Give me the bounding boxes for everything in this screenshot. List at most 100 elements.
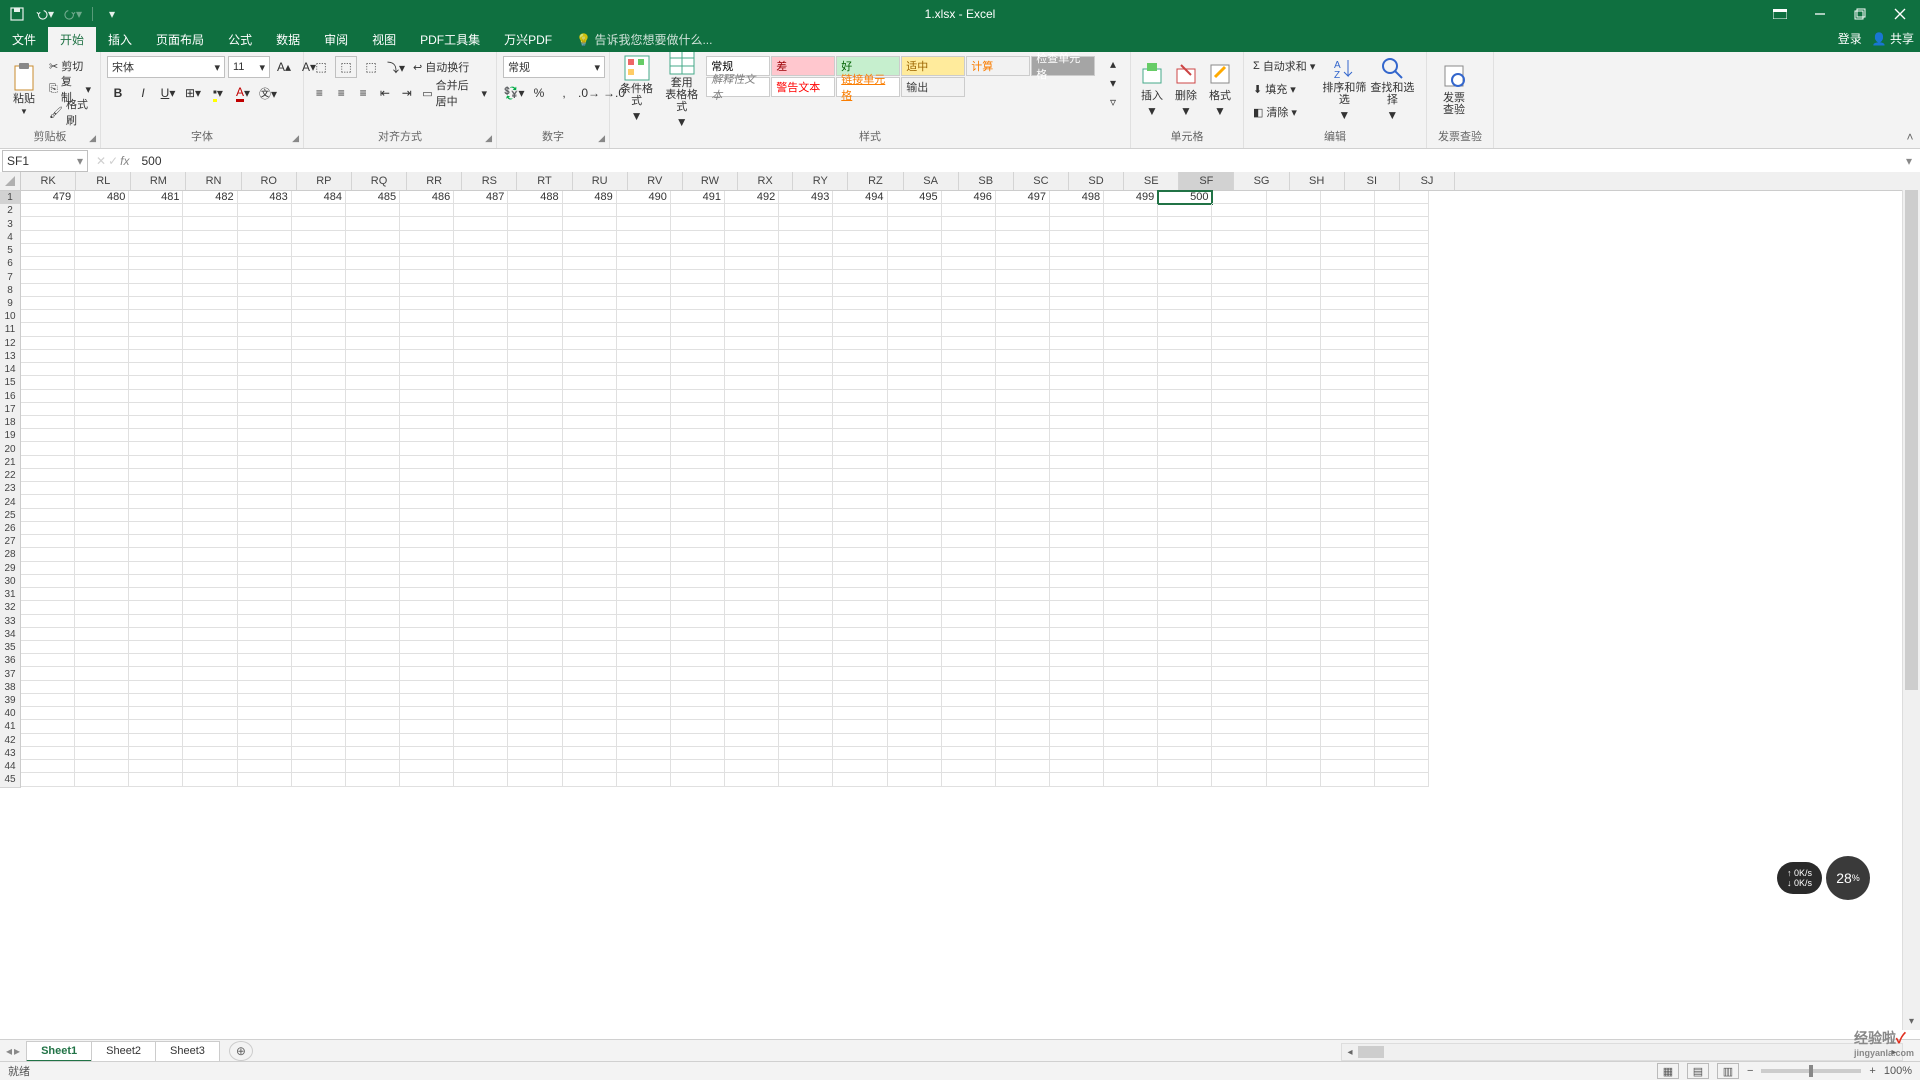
cell[interactable] — [1375, 562, 1429, 575]
cell[interactable] — [1050, 204, 1104, 217]
cell[interactable] — [346, 760, 400, 773]
cell[interactable] — [1321, 204, 1375, 217]
cell[interactable] — [508, 217, 562, 230]
col-header-SG[interactable]: SG — [1234, 172, 1289, 190]
cell[interactable] — [1104, 601, 1158, 614]
cell[interactable] — [292, 297, 346, 310]
cell[interactable] — [508, 628, 562, 641]
cell[interactable] — [1158, 270, 1212, 283]
cell[interactable] — [888, 217, 942, 230]
cell[interactable] — [1212, 667, 1266, 680]
cell[interactable] — [400, 403, 454, 416]
cell[interactable] — [833, 204, 887, 217]
cell[interactable] — [996, 720, 1050, 733]
cell[interactable] — [1050, 482, 1104, 495]
cell[interactable] — [292, 257, 346, 270]
cell[interactable] — [1050, 257, 1104, 270]
cell[interactable] — [21, 522, 75, 535]
invoice-check-button[interactable]: 发票 查验 — [1433, 56, 1475, 122]
cell[interactable] — [1321, 760, 1375, 773]
cell[interactable] — [238, 522, 292, 535]
cell[interactable] — [508, 231, 562, 244]
cell[interactable] — [238, 509, 292, 522]
cell[interactable] — [400, 628, 454, 641]
gallery-up-icon[interactable]: ▴ — [1102, 56, 1124, 72]
cell[interactable] — [833, 270, 887, 283]
cell[interactable] — [346, 416, 400, 429]
cell[interactable] — [563, 323, 617, 336]
row-header-27[interactable]: 27 — [0, 535, 21, 549]
cell[interactable] — [21, 244, 75, 257]
cell[interactable] — [1267, 310, 1321, 323]
zoom-level[interactable]: 100% — [1884, 1065, 1912, 1077]
cell[interactable] — [1158, 350, 1212, 363]
cell[interactable] — [996, 615, 1050, 628]
cell[interactable] — [21, 548, 75, 561]
cell[interactable] — [996, 548, 1050, 561]
cell[interactable] — [21, 323, 75, 336]
cell[interactable] — [75, 416, 129, 429]
cell[interactable] — [888, 482, 942, 495]
cell[interactable] — [617, 628, 671, 641]
cell[interactable] — [21, 390, 75, 403]
cell[interactable] — [1375, 667, 1429, 680]
collapse-ribbon-icon[interactable]: ˄ — [1906, 130, 1913, 144]
cell[interactable] — [671, 588, 725, 601]
cell[interactable] — [292, 694, 346, 707]
cell[interactable] — [183, 495, 237, 508]
cell[interactable] — [1321, 588, 1375, 601]
cell[interactable] — [183, 588, 237, 601]
cell[interactable] — [1375, 773, 1429, 786]
cell[interactable] — [1375, 429, 1429, 442]
cell[interactable] — [508, 482, 562, 495]
cell[interactable] — [129, 495, 183, 508]
cell[interactable] — [129, 416, 183, 429]
cell[interactable] — [454, 231, 508, 244]
cell[interactable] — [183, 429, 237, 442]
cell[interactable] — [779, 654, 833, 667]
cell[interactable] — [129, 681, 183, 694]
cell[interactable] — [671, 522, 725, 535]
cell[interactable] — [346, 270, 400, 283]
col-header-SC[interactable]: SC — [1014, 172, 1069, 190]
cell[interactable] — [1375, 257, 1429, 270]
cell[interactable] — [779, 588, 833, 601]
cell[interactable] — [996, 469, 1050, 482]
cell[interactable] — [1104, 429, 1158, 442]
cell[interactable] — [400, 495, 454, 508]
cell[interactable] — [346, 257, 400, 270]
cell[interactable] — [183, 667, 237, 680]
cell[interactable] — [833, 403, 887, 416]
cell[interactable] — [1212, 297, 1266, 310]
cell[interactable] — [508, 456, 562, 469]
cell[interactable] — [1158, 535, 1212, 548]
cell[interactable] — [563, 257, 617, 270]
cell[interactable] — [1158, 734, 1212, 747]
cell[interactable] — [942, 535, 996, 548]
sheet-last-icon[interactable]: ▸ — [14, 1044, 20, 1058]
cell[interactable] — [346, 694, 400, 707]
cell[interactable] — [292, 442, 346, 455]
cell[interactable] — [1104, 588, 1158, 601]
col-header-RZ[interactable]: RZ — [848, 172, 903, 190]
row-header-35[interactable]: 35 — [0, 641, 21, 655]
cell[interactable] — [1267, 376, 1321, 389]
cell[interactable] — [21, 337, 75, 350]
cell[interactable] — [833, 734, 887, 747]
cell[interactable] — [942, 323, 996, 336]
cell[interactable] — [292, 667, 346, 680]
cell[interactable] — [1212, 244, 1266, 257]
col-header-RR[interactable]: RR — [407, 172, 462, 190]
cell[interactable] — [238, 601, 292, 614]
cell[interactable]: 482 — [183, 191, 237, 204]
cell[interactable] — [508, 337, 562, 350]
col-header-SH[interactable]: SH — [1290, 172, 1345, 190]
cell[interactable] — [996, 694, 1050, 707]
cell[interactable] — [129, 694, 183, 707]
cell[interactable] — [996, 734, 1050, 747]
cell[interactable] — [454, 707, 508, 720]
cell[interactable] — [508, 575, 562, 588]
cell[interactable] — [292, 588, 346, 601]
cell[interactable] — [617, 403, 671, 416]
cell[interactable] — [563, 548, 617, 561]
